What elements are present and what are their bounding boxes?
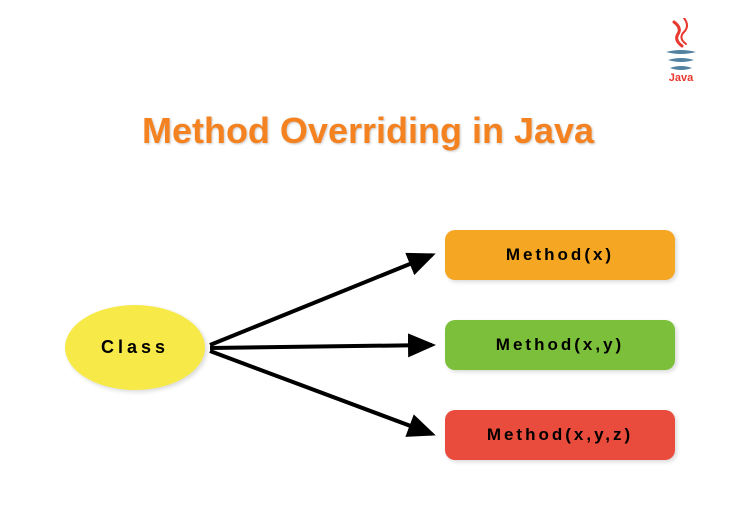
method-label-1: Method(x)	[506, 245, 614, 265]
method-label-2: Method(x,y)	[496, 335, 624, 355]
java-logo-text: Java	[669, 72, 694, 83]
class-node: Class	[65, 305, 205, 390]
method-box-3: Method(x,y,z)	[445, 410, 675, 460]
arrow-to-method-1	[210, 255, 432, 345]
method-box-1: Method(x)	[445, 230, 675, 280]
method-label-3: Method(x,y,z)	[487, 425, 633, 445]
diagram-title: Method Overriding in Java	[0, 110, 736, 152]
method-box-2: Method(x,y)	[445, 320, 675, 370]
arrow-to-method-3	[210, 351, 432, 434]
java-logo-icon: Java	[656, 18, 706, 83]
class-label: Class	[101, 337, 169, 358]
arrow-to-method-2	[210, 345, 432, 348]
